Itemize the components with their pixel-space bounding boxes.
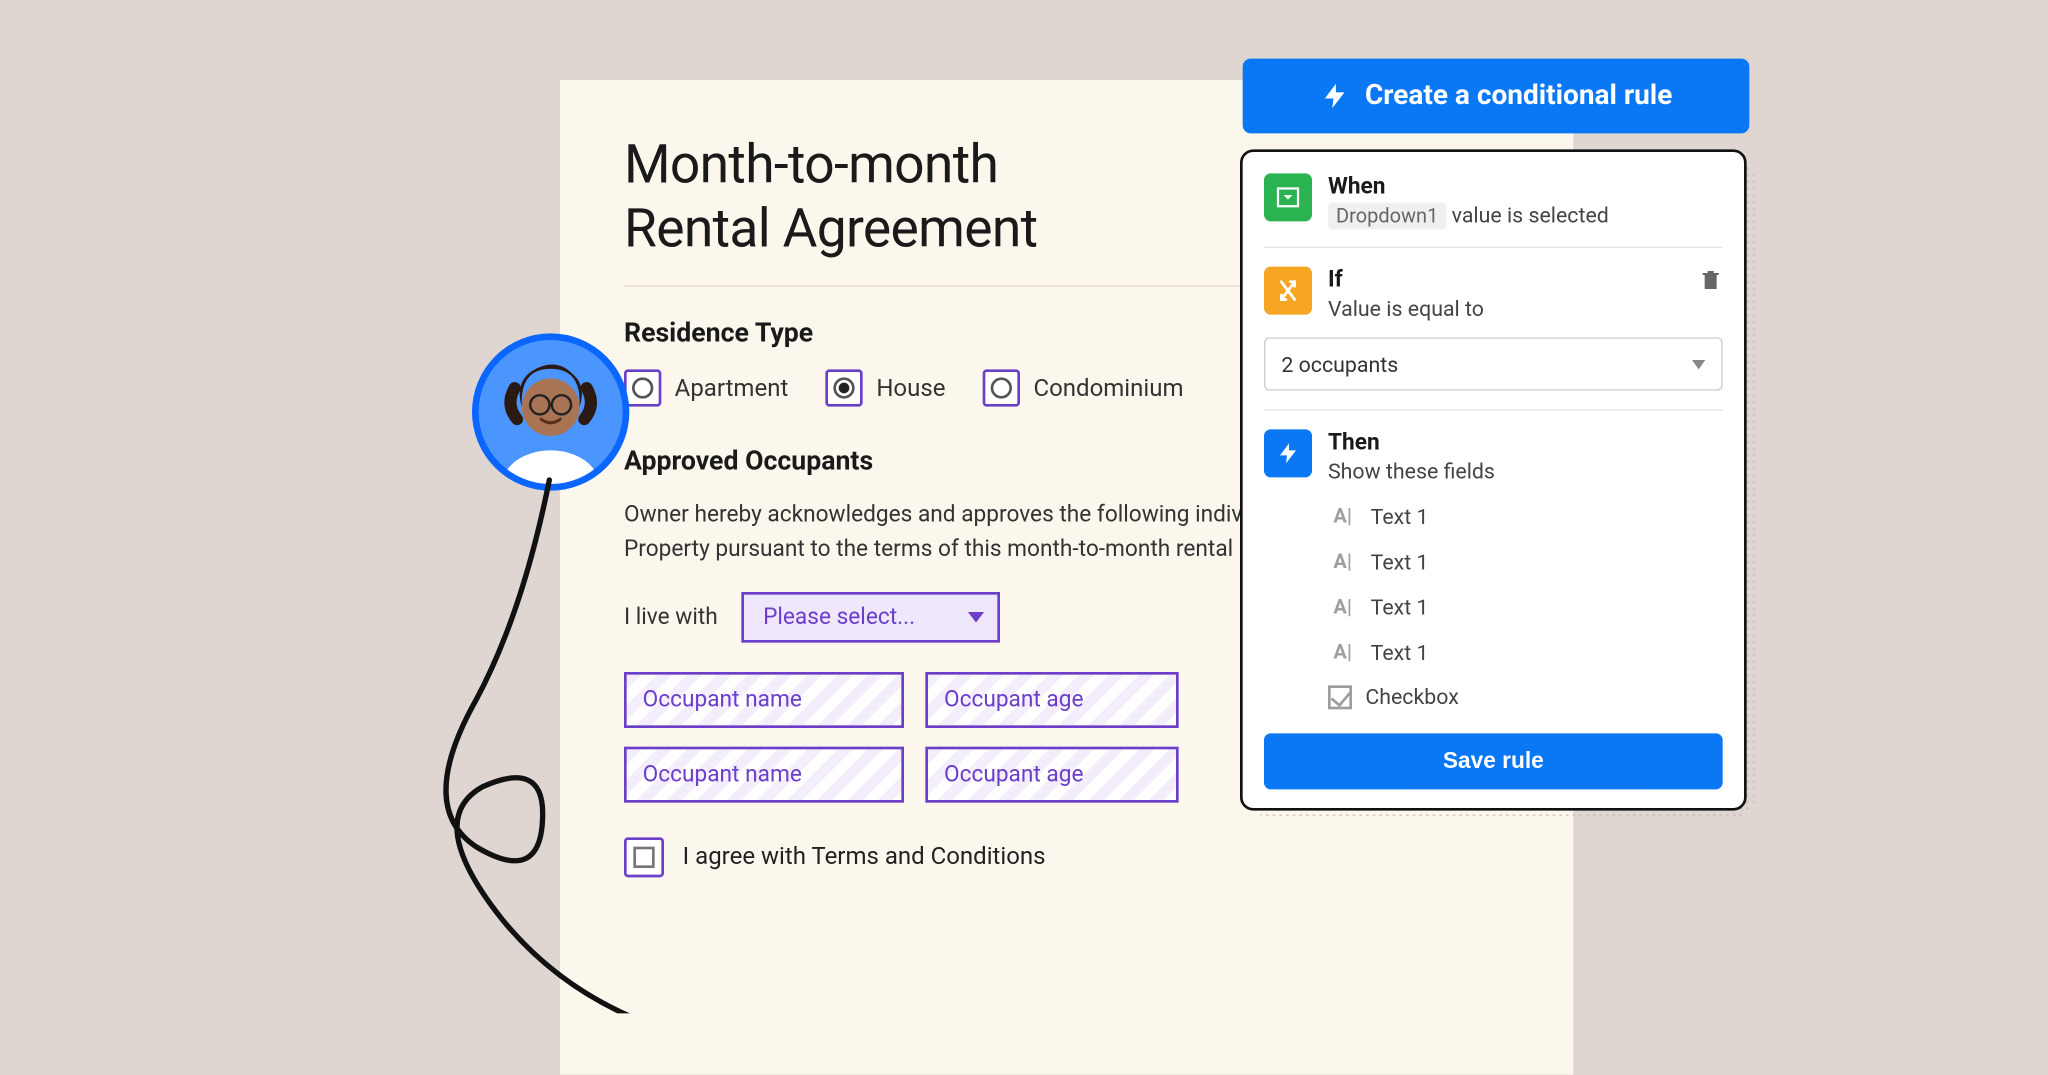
delete-condition-button[interactable] bbox=[1699, 267, 1723, 300]
text-field-icon: A| bbox=[1328, 503, 1357, 530]
dropdown-placeholder: Please select... bbox=[763, 604, 915, 631]
then-subtext: Show these fields bbox=[1328, 459, 1723, 484]
checkbox-field-icon bbox=[1328, 685, 1352, 709]
if-value-select[interactable]: 2 occupants bbox=[1264, 337, 1723, 390]
then-icon bbox=[1264, 429, 1312, 477]
live-with-label: I live with bbox=[624, 604, 718, 631]
when-icon bbox=[1264, 173, 1312, 221]
radio-label: House bbox=[876, 374, 945, 402]
radio-label: Apartment bbox=[675, 374, 789, 402]
residence-option[interactable]: House bbox=[826, 369, 946, 406]
rule-panel: When Dropdown1 value is selected If Valu… bbox=[1240, 149, 1747, 810]
create-conditional-rule-button[interactable]: Create a conditional rule bbox=[1243, 59, 1750, 134]
occupant-field[interactable]: Occupant age bbox=[925, 672, 1178, 728]
radio-icon bbox=[624, 369, 661, 406]
text-field-icon: A| bbox=[1328, 593, 1357, 620]
if-icon bbox=[1264, 267, 1312, 315]
chevron-down-icon bbox=[968, 612, 984, 623]
residence-option[interactable]: Apartment bbox=[624, 369, 788, 406]
text-field-icon: A| bbox=[1328, 548, 1357, 575]
terms-label: I agree with Terms and Conditions bbox=[683, 843, 1046, 871]
then-field-item[interactable]: A|Text 1 bbox=[1328, 503, 1723, 530]
radio-icon bbox=[826, 369, 863, 406]
residence-option[interactable]: Condominium bbox=[983, 369, 1184, 406]
then-field-item[interactable]: Checkbox bbox=[1328, 684, 1723, 709]
when-subtext: Dropdown1 value is selected bbox=[1328, 203, 1723, 228]
if-label: If bbox=[1328, 267, 1484, 294]
text-field-icon: A| bbox=[1328, 639, 1357, 666]
when-label: When bbox=[1328, 173, 1723, 200]
radio-icon bbox=[983, 369, 1020, 406]
occupant-field[interactable]: Occupant age bbox=[925, 746, 1178, 802]
occupant-field[interactable]: Occupant name bbox=[624, 746, 904, 802]
save-rule-button[interactable]: Save rule bbox=[1264, 733, 1723, 789]
occupant-field[interactable]: Occupant name bbox=[624, 672, 904, 728]
terms-checkbox[interactable] bbox=[624, 837, 664, 877]
when-field-pill[interactable]: Dropdown1 bbox=[1328, 203, 1446, 230]
then-label: Then bbox=[1328, 429, 1723, 456]
chevron-down-icon bbox=[1692, 359, 1705, 368]
avatar bbox=[472, 333, 629, 490]
if-subtext: Value is equal to bbox=[1328, 296, 1484, 321]
trash-icon bbox=[1699, 267, 1723, 294]
bolt-icon bbox=[1320, 79, 1349, 114]
divider bbox=[1264, 409, 1723, 410]
then-field-item[interactable]: A|Text 1 bbox=[1328, 639, 1723, 666]
then-field-item[interactable]: A|Text 1 bbox=[1328, 593, 1723, 620]
then-field-item[interactable]: A|Text 1 bbox=[1328, 548, 1723, 575]
divider bbox=[1264, 247, 1723, 248]
then-field-list: A|Text 1 A|Text 1 A|Text 1 A|Text 1 Checkbox bbox=[1328, 503, 1723, 710]
live-with-dropdown[interactable]: Please select... bbox=[742, 592, 1001, 643]
radio-label: Condominium bbox=[1033, 374, 1183, 402]
